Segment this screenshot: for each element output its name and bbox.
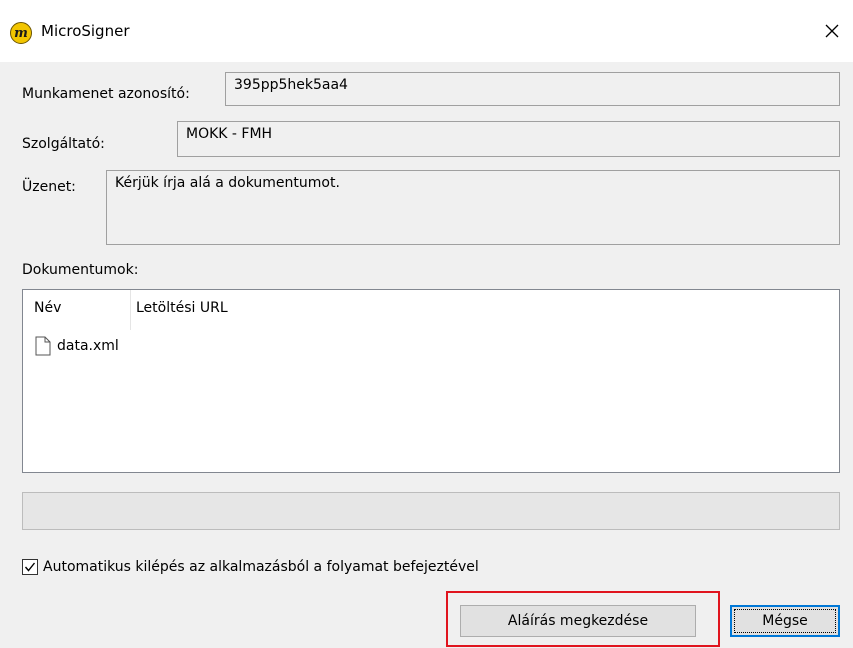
checkmark-icon [24,562,36,572]
progress-bar [22,492,840,530]
window-title: MicroSigner [41,22,130,40]
column-header-url[interactable]: Letöltési URL [136,300,228,316]
logo-letter: m [14,25,28,41]
column-header-name[interactable]: Név [34,300,61,316]
focus-ring [734,609,836,633]
microsigner-window: m MicroSigner Munkamenet azonosító: 395p… [0,0,853,648]
close-button[interactable] [815,16,849,46]
column-separator[interactable] [130,290,131,330]
provider-field[interactable]: MOKK - FMH [177,121,840,157]
list-item[interactable]: data.xml [35,334,119,358]
start-signing-button[interactable]: Aláírás megkezdése [460,605,696,637]
microsigner-logo-icon: m [10,22,32,44]
message-label: Üzenet: [22,179,76,195]
file-name: data.xml [57,338,119,354]
auto-exit-checkbox[interactable] [22,559,38,575]
auto-exit-label: Automatikus kilépés az alkalmazásból a f… [43,559,479,575]
documents-label: Dokumentumok: [22,262,139,278]
auto-exit-option[interactable]: Automatikus kilépés az alkalmazásból a f… [22,559,479,575]
close-icon [825,24,839,38]
session-id-label: Munkamenet azonosító: [22,86,190,102]
cancel-button[interactable]: Mégse [730,605,840,637]
message-field[interactable]: Kérjük írja alá a dokumentumot. [106,170,840,245]
session-id-field[interactable]: 395pp5hek5aa4 [225,72,840,106]
documents-list[interactable]: Név Letöltési URL data.xml [22,289,840,473]
provider-label: Szolgáltató: [22,136,105,152]
file-icon [35,336,51,356]
title-bar: m MicroSigner [0,0,853,62]
